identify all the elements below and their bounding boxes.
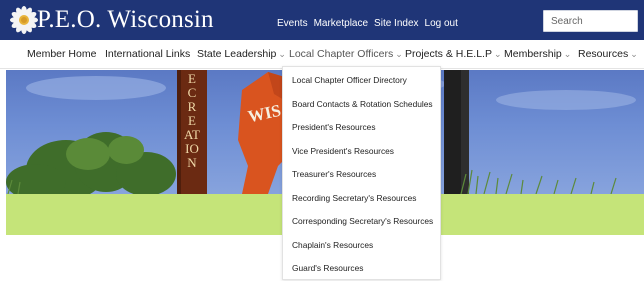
nav-label: Membership bbox=[504, 48, 562, 60]
nav-member-home[interactable]: Member Home bbox=[27, 48, 96, 60]
chevron-down-icon: ⌄ bbox=[493, 49, 502, 59]
menu-item-guard-resources[interactable]: Guard's Resources bbox=[292, 263, 363, 273]
chevron-down-icon: ⌄ bbox=[278, 49, 286, 59]
local-chapter-officers-menu: Local Chapter Officer Directory Board Co… bbox=[282, 66, 441, 280]
nav-label: State Leadership bbox=[197, 48, 277, 60]
nav-projects-help[interactable]: Projects & H.E.L.P ⌄ bbox=[405, 48, 502, 60]
chevron-down-icon: ⌄ bbox=[395, 49, 403, 59]
menu-item-board-contacts[interactable]: Board Contacts & Rotation Schedules bbox=[292, 99, 433, 109]
site-logo[interactable]: P.E.O. Wisconsin bbox=[10, 6, 214, 34]
main-navigation: Member Home International Links State Le… bbox=[0, 40, 644, 69]
site-title: P.E.O. Wisconsin bbox=[37, 6, 214, 33]
log-out-link[interactable]: Log out bbox=[425, 18, 458, 29]
events-link[interactable]: Events bbox=[277, 18, 308, 29]
daisy-logo-icon bbox=[10, 6, 38, 34]
menu-item-corresponding-secretary-resources[interactable]: Corresponding Secretary's Resources bbox=[292, 216, 433, 226]
menu-item-president-resources[interactable]: President's Resources bbox=[292, 122, 376, 132]
nav-state-leadership[interactable]: State Leadership ⌄ bbox=[197, 48, 286, 60]
menu-item-treasurer-resources[interactable]: Treasurer's Resources bbox=[292, 169, 376, 179]
utility-links: Events Marketplace Site Index Log out bbox=[277, 18, 458, 29]
top-header-bar: P.E.O. Wisconsin Events Marketplace Site… bbox=[0, 0, 644, 40]
site-index-link[interactable]: Site Index bbox=[374, 18, 418, 29]
nav-label: Projects & H.E.L.P bbox=[405, 48, 492, 60]
nav-resources[interactable]: Resources ⌄ bbox=[578, 48, 638, 60]
nav-membership[interactable]: Membership ⌄ bbox=[504, 48, 571, 60]
sign-vertical-text: ECREATION bbox=[184, 71, 200, 170]
nav-label: International Links bbox=[105, 48, 191, 60]
nav-label: Resources bbox=[578, 48, 629, 60]
search-input[interactable] bbox=[543, 10, 638, 32]
menu-item-vice-president-resources[interactable]: Vice President's Resources bbox=[292, 146, 394, 156]
menu-item-chaplain-resources[interactable]: Chaplain's Resources bbox=[292, 240, 373, 250]
nav-label: Member Home bbox=[27, 48, 97, 60]
chevron-down-icon: ⌄ bbox=[563, 49, 572, 59]
marketplace-link[interactable]: Marketplace bbox=[314, 18, 368, 29]
nav-label: Local Chapter Officers bbox=[289, 48, 394, 60]
nav-international-links[interactable]: International Links bbox=[105, 48, 190, 60]
menu-item-officer-directory[interactable]: Local Chapter Officer Directory bbox=[292, 75, 407, 85]
chevron-down-icon: ⌄ bbox=[630, 49, 638, 59]
menu-item-recording-secretary-resources[interactable]: Recording Secretary's Resources bbox=[292, 193, 416, 203]
nav-local-chapter-officers[interactable]: Local Chapter Officers ⌄ bbox=[289, 48, 403, 60]
